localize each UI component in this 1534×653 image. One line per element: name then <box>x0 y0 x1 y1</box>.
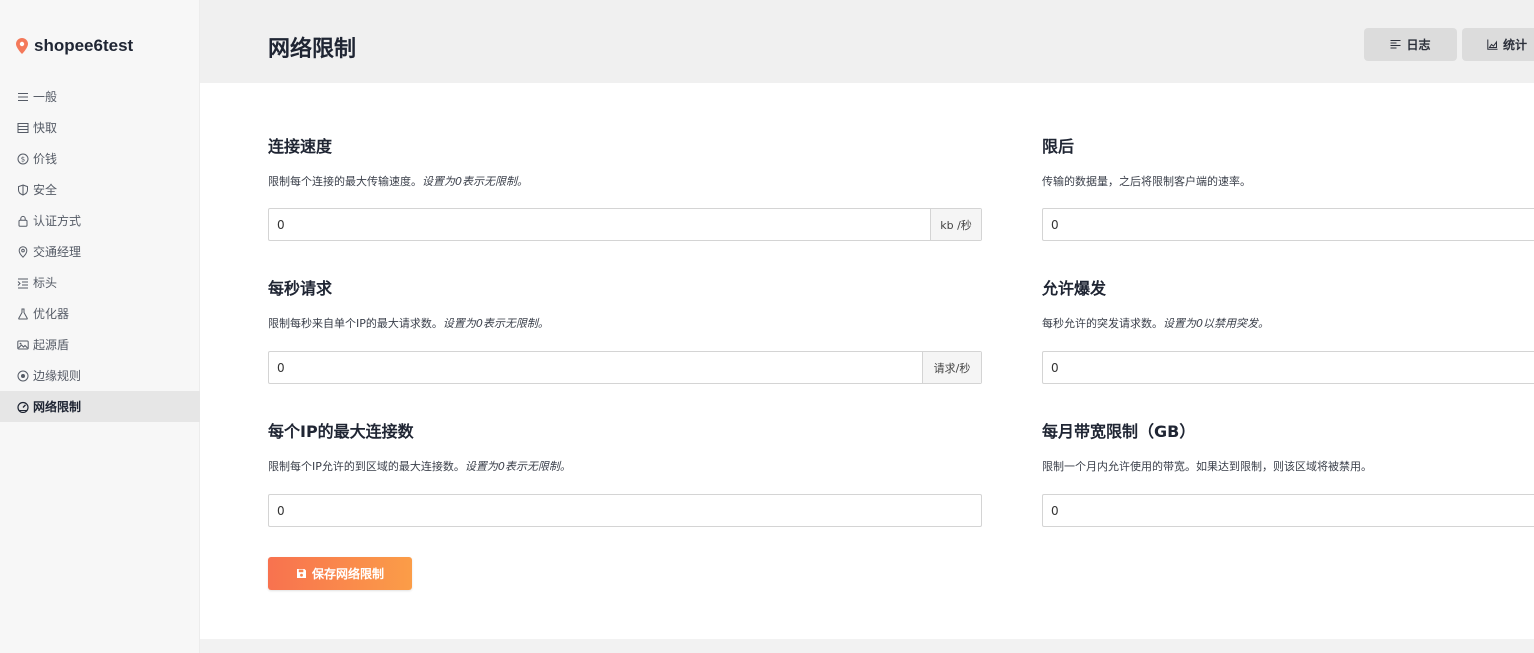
sidebar-item-label: 优化器 <box>33 307 70 321</box>
connection-speed-section: 连接速度 限制每个连接的最大传输速度。设置为0表示无限制。 <box>268 133 528 188</box>
sidebar: shopee6test 一般 快取 $ 价钱 安全 认证方式 交通经理 标头 优… <box>0 0 200 653</box>
sidebar-item-cache[interactable]: 快取 <box>0 112 200 143</box>
align-left-icon <box>1390 39 1401 49</box>
sidebar-item-label: 一般 <box>33 90 58 104</box>
site-brand[interactable]: shopee6test <box>16 35 133 57</box>
sidebar-nav: 一般 快取 $ 价钱 安全 认证方式 交通经理 标头 优化器 起源盾 边缘规则 … <box>0 81 200 422</box>
connection-speed-title: 连接速度 <box>268 137 333 156</box>
limit-after-input[interactable] <box>1043 209 1534 240</box>
max-connections-desc-text: 限制每个IP允许的到区域的最大连接数。 <box>268 460 465 473</box>
network-limits-panel: 连接速度 限制每个连接的最大传输速度。设置为0表示无限制。 kb /秒 每秒请求… <box>200 83 1534 639</box>
sidebar-item-general[interactable]: 一般 <box>0 81 200 112</box>
sidebar-item-label: 标头 <box>33 276 58 290</box>
location-icon <box>17 245 29 258</box>
allow-burst-input[interactable] <box>1043 352 1534 383</box>
sidebar-item-label: 价钱 <box>33 152 58 166</box>
page-header: 网络限制 日志 统计 <box>200 0 1534 83</box>
max-connections-title: 每个IP的最大连接数 <box>268 422 414 441</box>
sidebar-item-label: 交通经理 <box>33 245 82 259</box>
requests-per-second-input[interactable] <box>269 352 922 383</box>
monthly-bandwidth-input[interactable] <box>1043 495 1534 526</box>
requests-per-second-title: 每秒请求 <box>268 279 333 298</box>
requests-per-second-desc-text: 限制每秒来自单个IP的最大请求数。 <box>268 317 443 330</box>
allow-burst-title: 允许爆发 <box>1042 279 1107 298</box>
max-connections-section: 每个IP的最大连接数 限制每个IP允许的到区域的最大连接数。设置为0表示无限制。 <box>268 418 571 473</box>
connection-speed-unit: kb /秒 <box>930 209 981 240</box>
logs-button[interactable]: 日志 <box>1364 28 1457 61</box>
allow-burst-input-group <box>1042 351 1534 384</box>
save-button-label: 保存网络限制 <box>311 567 384 581</box>
allow-burst-section: 允许爆发 每秒允许的突发请求数。设置为0以禁用突发。 <box>1042 275 1269 330</box>
requests-per-second-unit: 请求/秒 <box>922 352 981 383</box>
connection-speed-description: 限制每个连接的最大传输速度。设置为0表示无限制。 <box>268 173 528 188</box>
allow-burst-desc-hint: 设置为0以禁用突发。 <box>1163 317 1269 330</box>
floppy-disk-icon <box>296 569 306 578</box>
connection-speed-desc-text: 限制每个连接的最大传输速度。 <box>268 175 422 188</box>
max-connections-input-group <box>268 494 982 527</box>
sidebar-item-optimizer[interactable]: 优化器 <box>0 298 200 329</box>
monthly-bandwidth-section: 每月带宽限制（GB） 限制一个月内允许使用的带宽。如果达到限制，则该区域将被禁用… <box>1042 418 1372 473</box>
sidebar-item-network-limits[interactable]: 网络限制 <box>0 391 200 422</box>
lock-icon <box>17 215 29 227</box>
limit-after-title: 限后 <box>1042 137 1075 156</box>
limit-after-description: 传输的数据量，之后将限制客户端的速率。 <box>1042 175 1251 188</box>
allow-burst-desc-text: 每秒允许的突发请求数。 <box>1042 317 1163 330</box>
sidebar-item-authentication[interactable]: 认证方式 <box>0 205 200 236</box>
max-connections-desc-hint: 设置为0表示无限制。 <box>464 460 571 473</box>
list-icon <box>17 91 29 103</box>
flask-icon <box>17 308 29 320</box>
sidebar-item-security[interactable]: 安全 <box>0 174 200 205</box>
shield-image-icon <box>17 339 29 351</box>
sidebar-item-origin-shield[interactable]: 起源盾 <box>0 329 200 360</box>
gauge-icon <box>17 401 29 413</box>
sidebar-item-label: 认证方式 <box>33 214 82 228</box>
requests-per-second-input-group: 请求/秒 <box>268 351 982 384</box>
connection-speed-desc-hint: 设置为0表示无限制。 <box>422 175 528 188</box>
connection-speed-input-group: kb /秒 <box>268 208 982 241</box>
sidebar-item-label: 安全 <box>33 183 58 197</box>
monthly-bandwidth-title: 每月带宽限制（GB） <box>1042 422 1196 441</box>
monthly-bandwidth-description: 限制一个月内允许使用的带宽。如果达到限制，则该区域将被禁用。 <box>1042 460 1372 473</box>
statistics-button-label: 统计 <box>1503 38 1528 52</box>
page-title: 网络限制 <box>268 37 357 62</box>
sidebar-item-pricing[interactable]: $ 价钱 <box>0 143 200 174</box>
area-chart-icon <box>1487 39 1498 50</box>
target-icon <box>17 370 29 382</box>
statistics-button[interactable]: 统计 <box>1462 28 1534 61</box>
max-connections-input[interactable] <box>269 495 981 526</box>
indent-icon <box>17 277 29 289</box>
sidebar-item-label: 边缘规则 <box>33 369 82 383</box>
limit-after-input-group <box>1042 208 1534 241</box>
sidebar-item-traffic-manager[interactable]: 交通经理 <box>0 236 200 267</box>
sidebar-item-headers[interactable]: 标头 <box>0 267 200 298</box>
connection-speed-input[interactable] <box>269 209 930 240</box>
svg-text:$: $ <box>21 155 25 163</box>
max-connections-description: 限制每个IP允许的到区域的最大连接数。设置为0表示无限制。 <box>268 458 571 473</box>
logs-button-label: 日志 <box>1406 38 1431 52</box>
requests-per-second-description: 限制每秒来自单个IP的最大请求数。设置为0表示无限制。 <box>268 315 549 330</box>
requests-per-second-section: 每秒请求 限制每秒来自单个IP的最大请求数。设置为0表示无限制。 <box>268 275 549 330</box>
limit-after-section: 限后 传输的数据量，之后将限制客户端的速率。 <box>1042 133 1251 188</box>
monthly-bandwidth-input-group <box>1042 494 1534 527</box>
site-name: shopee6test <box>34 36 134 55</box>
sidebar-item-label: 快取 <box>33 121 58 135</box>
sidebar-item-label: 起源盾 <box>33 338 70 352</box>
allow-burst-description: 每秒允许的突发请求数。设置为0以禁用突发。 <box>1042 315 1269 330</box>
shield-icon <box>17 183 29 196</box>
storage-icon <box>17 122 29 134</box>
dollar-icon: $ <box>17 153 29 165</box>
requests-per-second-desc-hint: 设置为0表示无限制。 <box>442 317 549 330</box>
save-network-limits-button[interactable]: 保存网络限制 <box>268 557 412 590</box>
sidebar-item-label: 网络限制 <box>33 400 82 414</box>
location-pin-icon <box>16 38 28 54</box>
sidebar-item-edge-rules[interactable]: 边缘规则 <box>0 360 200 391</box>
